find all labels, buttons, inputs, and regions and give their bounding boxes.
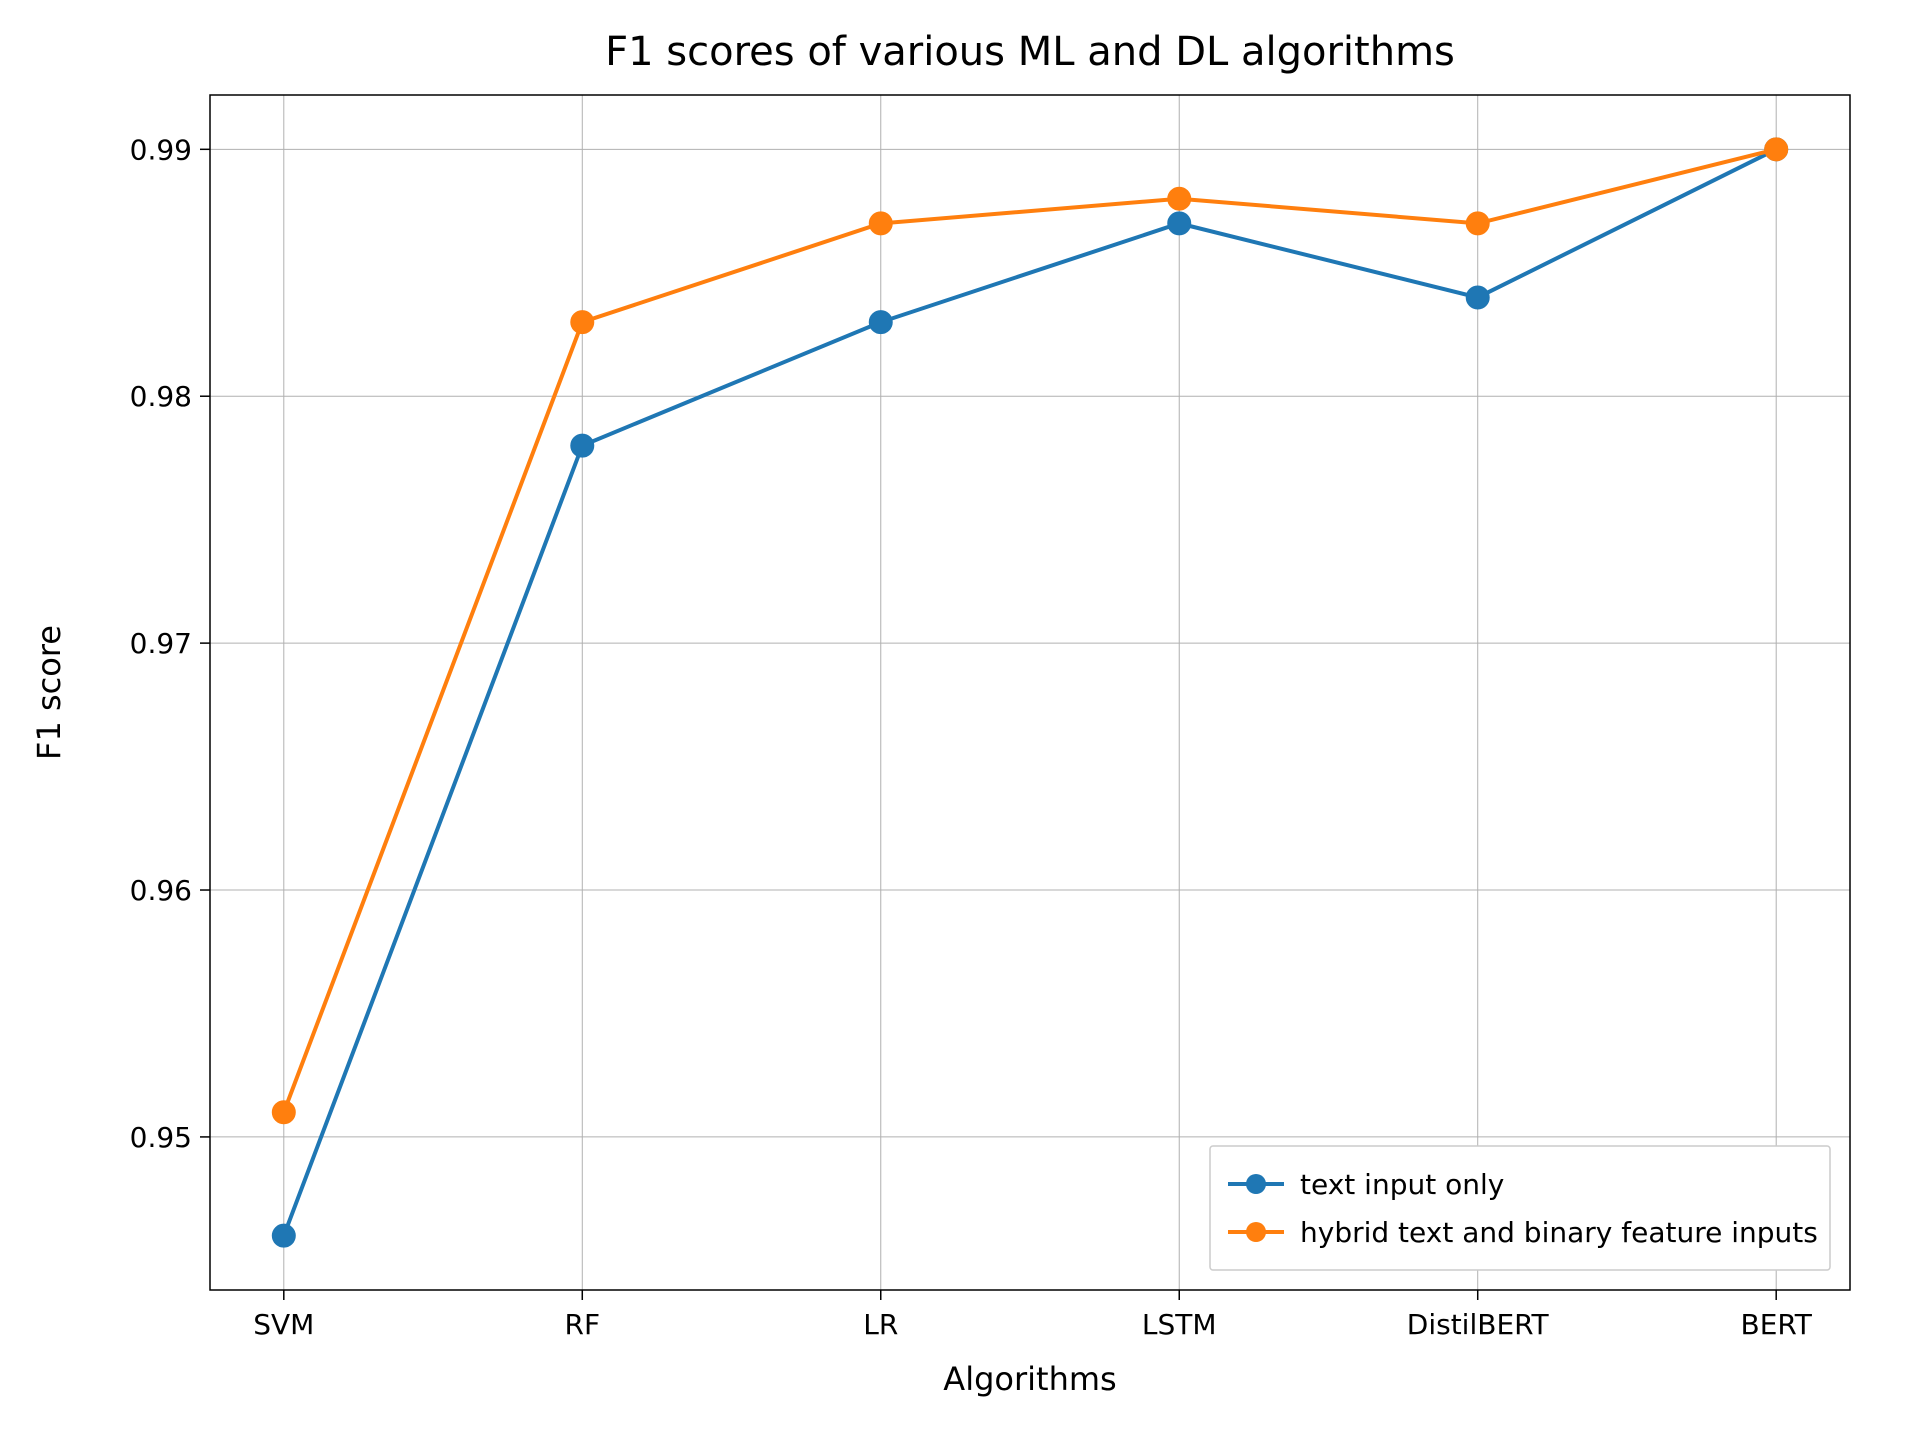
x-tick-label: DistilBERT: [1407, 1308, 1550, 1341]
series-marker-1: [1168, 188, 1190, 210]
y-tick-label: 0.96: [130, 874, 192, 907]
y-tick-label: 0.99: [130, 133, 192, 166]
legend-swatch-marker: [1246, 1174, 1266, 1194]
x-tick-label: LSTM: [1142, 1308, 1217, 1341]
legend-label: hybrid text and binary feature inputs: [1300, 1216, 1818, 1249]
series-marker-1: [571, 311, 593, 333]
legend: text input only hybrid text and binary fe…: [1210, 1146, 1830, 1270]
legend-label: text input only: [1300, 1168, 1504, 1201]
series-line-1: [284, 149, 1776, 1112]
y-tick-label: 0.95: [130, 1121, 192, 1154]
legend-box: [1210, 1146, 1830, 1270]
series-marker-0: [1168, 212, 1190, 234]
series-marker-1: [1467, 212, 1489, 234]
x-tick-label: BERT: [1740, 1308, 1812, 1341]
series-marker-1: [870, 212, 892, 234]
x-axis-label: Algorithms: [943, 1360, 1116, 1398]
chart-svg: SVM RF LR LSTM DistilBERT BERT 0.95 0.96 0.97 0.9…: [0, 0, 1920, 1440]
y-axis-label: F1 score: [30, 625, 68, 760]
series-marker-0: [571, 435, 593, 457]
series-marker-0: [870, 311, 892, 333]
chart-title: F1 scores of various ML and DL algorithm…: [605, 29, 1455, 75]
series-marker-0: [1467, 286, 1489, 308]
series-marker-1: [1765, 138, 1787, 160]
chart-container: SVM RF LR LSTM DistilBERT BERT 0.95 0.96 0.97 0.9…: [0, 0, 1920, 1440]
series-marker-0: [273, 1225, 295, 1247]
legend-swatch-marker: [1246, 1222, 1266, 1242]
x-tick-label: SVM: [253, 1308, 314, 1341]
y-tick-label: 0.97: [130, 627, 192, 660]
x-tick-label: RF: [564, 1308, 600, 1341]
series-marker-1: [273, 1101, 295, 1123]
series-line-0: [284, 149, 1776, 1235]
y-tick-label: 0.98: [130, 380, 192, 413]
x-tick-label: LR: [863, 1308, 898, 1341]
